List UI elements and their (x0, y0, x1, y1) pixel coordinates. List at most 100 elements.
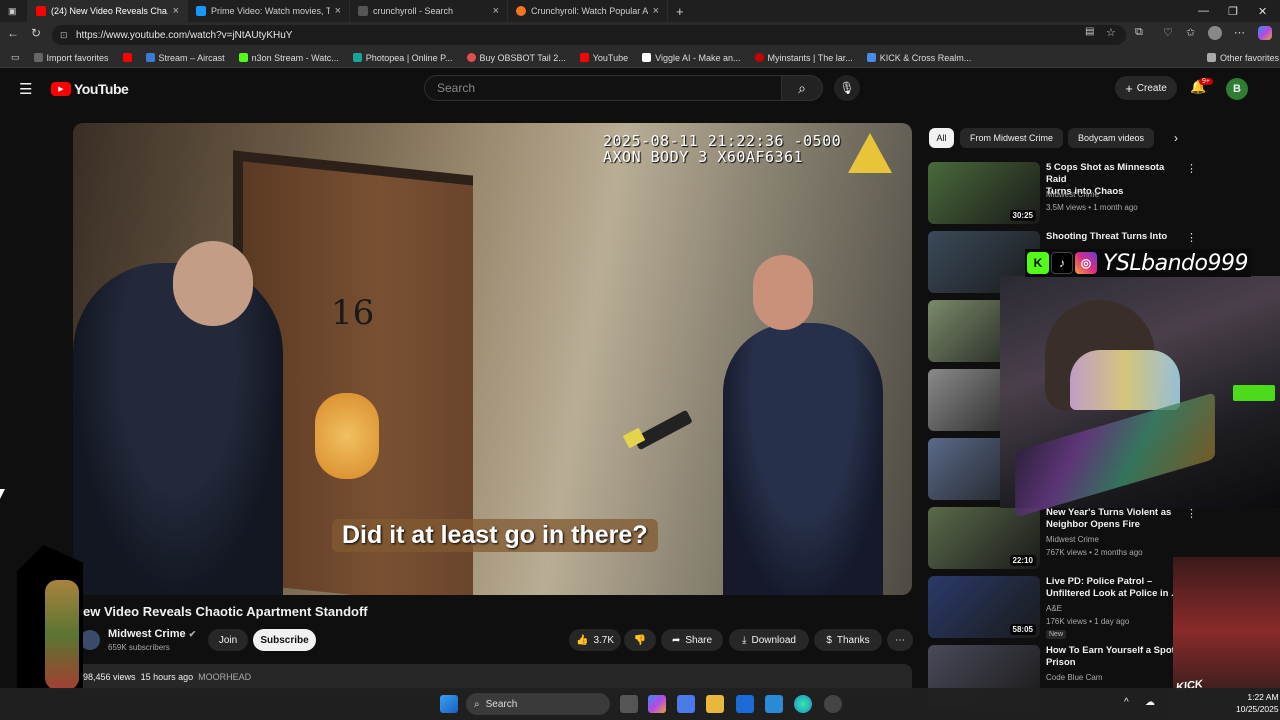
bookmark-label: Myinstants | The lar... (767, 52, 853, 63)
close-tab-icon[interactable]: × (335, 5, 341, 17)
close-window-icon[interactable]: ✕ (1258, 0, 1267, 22)
bookmark-photopea[interactable]: Photopea | Online P... (346, 53, 460, 63)
outlook-icon[interactable] (736, 695, 754, 713)
site-info-icon[interactable]: ⊡ (60, 30, 68, 41)
youtube-header: ☰ ▶ YouTube Search ⌕ 🎙 + Create 🔔 9+ B (0, 69, 1280, 109)
browser-essentials-icon[interactable]: ♡ (1163, 26, 1173, 39)
subscribe-button[interactable]: Subscribe (253, 629, 316, 651)
copilot-icon[interactable] (1258, 26, 1272, 40)
taskbar-search[interactable]: ⌕ Search (466, 693, 610, 715)
hamburger-menu-icon[interactable]: ☰ (19, 80, 32, 98)
system-clock[interactable]: 1:22 AM 10/25/2025 (1236, 691, 1279, 715)
tab-youtube[interactable]: (24) New Video Reveals Cha... × (28, 0, 188, 22)
more-menu-icon[interactable]: ⋯ (1234, 26, 1245, 39)
bookmark-label: KICK & Cross Realm... (879, 52, 972, 63)
reader-icon[interactable]: ▤ (1085, 26, 1094, 37)
recommended-channel[interactable]: A&E (1046, 604, 1062, 613)
bodycam-timestamp: 2025-08-11 21:22:36 -0500 (603, 132, 842, 150)
bookmark-viggle[interactable]: Viggle AI - Make an... (635, 53, 747, 63)
url-field[interactable]: ⊡ https://www.youtube.com/watch?v=jNtAUt… (52, 25, 1126, 45)
thanks-button[interactable]: $ Thanks (814, 629, 882, 651)
tray-chevron-icon[interactable]: ^ (1124, 697, 1129, 708)
recommended-video-title[interactable]: Live PD: Police Patrol – Unfiltered Look … (1046, 576, 1186, 600)
browser-menu-icon[interactable]: ▣ (0, 0, 28, 22)
chip-all[interactable]: All (929, 128, 954, 148)
recommended-channel[interactable]: Midwest Crime (1046, 535, 1099, 544)
recommended-video-title[interactable]: How To Earn Yourself a Spot in Prison (1046, 645, 1186, 669)
recommended-video-title[interactable]: Shooting Threat Turns Into (1046, 231, 1186, 243)
account-avatar[interactable]: B (1226, 78, 1248, 100)
favorites-icon[interactable]: ✩ (1186, 26, 1195, 39)
search-input[interactable]: Search (424, 75, 781, 101)
other-favorites[interactable]: Other favorites (1200, 53, 1280, 63)
photos-icon[interactable] (765, 695, 783, 713)
copilot-taskbar-icon[interactable] (648, 695, 666, 713)
recommended-video-title[interactable]: New Year's Turns Violent as Neighbor Open… (1046, 507, 1186, 531)
store-icon[interactable] (677, 695, 695, 713)
video-thumbnail[interactable]: 22:10 (928, 507, 1040, 569)
channel-name-text: Midwest Crime (108, 628, 186, 640)
tab-prime-video[interactable]: Prime Video: Watch movies, TV sh... × (188, 0, 350, 22)
like-button[interactable]: 👍 3.7K (569, 629, 621, 651)
obs-icon[interactable] (824, 695, 842, 713)
video-thumbnail[interactable]: 58:05 (928, 576, 1040, 638)
favorite-star-icon[interactable]: ☆ (1106, 26, 1116, 39)
search-button[interactable]: ⌕ (781, 75, 823, 101)
more-options-icon[interactable]: ⋮ (1186, 507, 1197, 520)
youtube-icon (579, 53, 589, 62)
video-player[interactable]: 16 2025-08-11 21:22:36 -0500 AXON BODY 3… (73, 123, 912, 595)
close-tab-icon[interactable]: × (653, 5, 659, 17)
video-thumbnail[interactable]: 30:25 (928, 162, 1040, 224)
download-icon: ⤓ (742, 634, 747, 646)
tiktok-logo-icon: ♪ (1051, 252, 1073, 274)
maximize-icon[interactable]: ❐ (1228, 0, 1238, 22)
download-button[interactable]: ⤓ Download (729, 629, 809, 651)
chip-bodycam[interactable]: Bodycam videos (1068, 128, 1154, 148)
location-hashtag[interactable]: MOORHEAD (198, 672, 251, 682)
recommended-meta: 3.5M views • 1 month ago (1046, 203, 1138, 212)
channel-name[interactable]: Midwest Crime ✔ (108, 628, 196, 640)
start-menu-icon[interactable] (440, 695, 458, 713)
voice-search-button[interactable]: 🎙 (834, 75, 860, 101)
extensions-icon[interactable]: ⧉ (1135, 26, 1143, 39)
bookmark-kick-cross[interactable]: KICK & Cross Realm... (860, 53, 979, 63)
recommended-video[interactable]: 30:25 5 Cops Shot as Minnesota Raid Turns … (928, 162, 1248, 224)
refresh-icon[interactable]: ↻ (31, 26, 41, 40)
chip-from-channel[interactable]: From Midwest Crime (960, 128, 1063, 148)
create-button[interactable]: + Create (1115, 76, 1177, 100)
bookmark-label: Viggle AI - Make an... (655, 52, 741, 63)
dislike-button[interactable]: 👎 (624, 629, 656, 651)
tray-app-icon[interactable]: ☁ (1145, 697, 1155, 708)
bookmark-youtube[interactable]: YouTube (573, 53, 635, 63)
recommended-channel[interactable]: Midwest Crime (1046, 190, 1099, 199)
channel-avatar[interactable] (80, 630, 100, 650)
close-tab-icon[interactable]: × (493, 5, 499, 17)
clock-time: 1:22 AM (1247, 692, 1279, 702)
join-button[interactable]: Join (208, 629, 248, 651)
task-view-icon[interactable] (620, 695, 638, 713)
bookmark-import-favorites[interactable]: Import favorites (27, 53, 116, 63)
new-tab-button[interactable]: + (668, 0, 694, 22)
close-tab-icon[interactable]: × (173, 5, 179, 17)
bookmark-youtube-blank[interactable] (116, 53, 139, 62)
back-icon[interactable]: ← (7, 26, 19, 40)
bookmark-myinstants[interactable]: Myinstants | The lar... (748, 53, 860, 63)
bookmark-label: YouTube (592, 52, 629, 63)
minimize-icon[interactable]: — (1198, 0, 1209, 22)
share-button[interactable]: ➦ Share (661, 629, 723, 651)
bookmark-n3on[interactable]: n3on Stream - Watc... (232, 53, 346, 63)
file-explorer-icon[interactable] (706, 695, 724, 713)
bookmark-menu-icon[interactable]: ▭ (4, 52, 27, 63)
more-options-icon[interactable]: ⋮ (1186, 231, 1197, 244)
bookmark-aircast[interactable]: Stream – Aircast (139, 53, 232, 63)
profile-icon[interactable] (1208, 26, 1222, 40)
chevron-right-icon[interactable]: › (1174, 131, 1178, 145)
bookmark-obsbot[interactable]: Buy OBSBOT Tail 2... (460, 53, 573, 63)
tab-crunchyroll[interactable]: Crunchyroll: Watch Popular Anim... × (508, 0, 668, 22)
more-actions-button[interactable]: ⋯ (887, 629, 913, 651)
youtube-logo[interactable]: ▶ YouTube (51, 81, 129, 97)
recommended-channel[interactable]: Code Blue Cam (1046, 673, 1102, 682)
more-options-icon[interactable]: ⋮ (1186, 162, 1197, 175)
edge-icon[interactable] (794, 695, 812, 713)
tab-crunchyroll-search[interactable]: crunchyroll - Search × (350, 0, 508, 22)
